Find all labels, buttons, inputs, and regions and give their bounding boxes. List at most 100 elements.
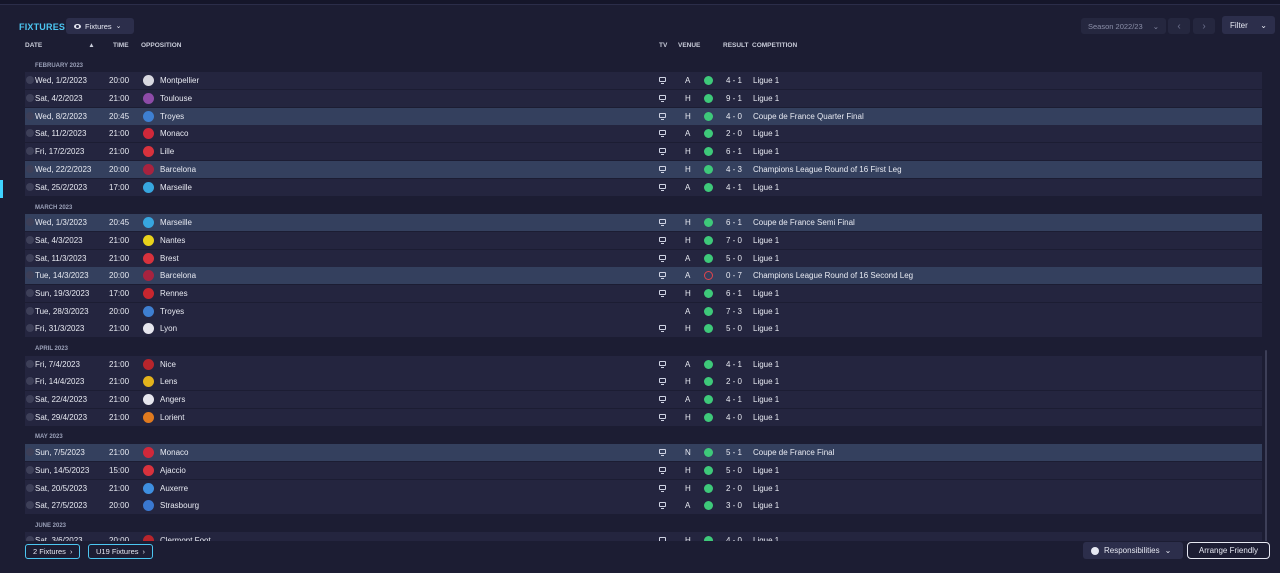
fixture-competition[interactable]: Ligue 1	[753, 303, 779, 320]
fixture-competition[interactable]: Coupe de France Final	[753, 444, 834, 461]
opponent-name[interactable]: Rennes	[160, 285, 188, 302]
opponent-name[interactable]: Nantes	[160, 232, 185, 249]
opponent-name[interactable]: Monaco	[160, 125, 188, 142]
fixture-result[interactable]: 3 - 0	[726, 497, 742, 514]
table-row[interactable]: Sun, 14/5/2023 15:00 Ajaccio H 5 - 0 Ligue 1	[25, 462, 1262, 479]
fixture-competition[interactable]: Ligue 1	[753, 250, 779, 267]
season-dropdown[interactable]: Season 2022/23 ⌄	[1081, 18, 1166, 34]
fixture-result[interactable]: 5 - 0	[726, 320, 742, 337]
table-row[interactable]: Sat, 27/5/2023 20:00 Strasbourg A 3 - 0 Ligue…	[25, 497, 1262, 514]
table-row[interactable]: Sat, 20/5/2023 21:00 Auxerre H 2 - 0 Ligue 1	[25, 480, 1262, 497]
view-dropdown[interactable]: Fixtures ⌄	[66, 18, 134, 34]
table-row[interactable]: Sat, 4/2/2023 21:00 Toulouse H 9 - 1 Ligue 1	[25, 90, 1262, 107]
fixture-result[interactable]: 5 - 1	[726, 444, 742, 461]
fixture-result[interactable]: 4 - 0	[726, 108, 742, 125]
fixture-competition[interactable]: Ligue 1	[753, 373, 779, 390]
fixture-competition[interactable]: Coupe de France Quarter Final	[753, 108, 864, 125]
opponent-name[interactable]: Strasbourg	[160, 497, 199, 514]
table-row[interactable]: Wed, 1/2/2023 20:00 Montpellier A 4 - 1 Ligue…	[25, 72, 1262, 89]
table-row[interactable]: Sun, 7/5/2023 21:00 Monaco N 5 - 1 Coupe de F…	[25, 444, 1262, 461]
column-header-tv[interactable]: TV	[659, 42, 667, 49]
table-row[interactable]: Tue, 14/3/2023 20:00 Barcelona A 0 - 7 Champi…	[25, 267, 1262, 284]
arrange-friendly-button[interactable]: Arrange Friendly	[1187, 542, 1270, 559]
fixture-result[interactable]: 4 - 1	[726, 72, 742, 89]
fixture-result[interactable]: 5 - 0	[726, 250, 742, 267]
fixture-result[interactable]: 2 - 0	[726, 373, 742, 390]
fixture-result[interactable]: 4 - 1	[726, 391, 742, 408]
fixture-result[interactable]: 4 - 1	[726, 179, 742, 196]
column-header-date[interactable]: DATE ▲	[25, 42, 95, 49]
fixture-result[interactable]: 4 - 1	[726, 356, 742, 373]
table-row[interactable]: Sat, 11/2/2023 21:00 Monaco A 2 - 0 Ligue 1	[25, 125, 1262, 142]
opponent-name[interactable]: Nice	[160, 356, 176, 373]
opponent-name[interactable]: Lyon	[160, 320, 177, 337]
fixtures-link-button[interactable]: 2 Fixtures ›	[25, 544, 81, 559]
table-row[interactable]: Sat, 22/4/2023 21:00 Angers A 4 - 1 Ligue 1	[25, 391, 1262, 408]
fixture-competition[interactable]: Coupe de France Semi Final	[753, 214, 855, 231]
fixture-result[interactable]: 6 - 1	[726, 214, 742, 231]
fixture-competition[interactable]: Ligue 1	[753, 320, 779, 337]
prev-season-button[interactable]: ‹	[1168, 18, 1190, 34]
table-row[interactable]: Sat, 11/3/2023 21:00 Brest A 5 - 0 Ligue 1	[25, 250, 1262, 267]
opponent-name[interactable]: Monaco	[160, 444, 188, 461]
fixture-result[interactable]: 7 - 3	[726, 303, 742, 320]
opponent-name[interactable]: Troyes	[160, 303, 184, 320]
table-row[interactable]: Sat, 25/2/2023 17:00 Marseille A 4 - 1 Ligue …	[25, 179, 1262, 196]
fixture-competition[interactable]: Ligue 1	[753, 462, 779, 479]
fixture-competition[interactable]: Ligue 1	[753, 409, 779, 426]
column-header-competition[interactable]: COMPETITION	[752, 42, 797, 49]
fixture-competition[interactable]: Ligue 1	[753, 232, 779, 249]
fixture-competition[interactable]: Champions League Round of 16 Second Leg	[753, 267, 913, 284]
column-header-opposition[interactable]: OPPOSITION	[141, 42, 181, 49]
fixture-result[interactable]: 2 - 0	[726, 480, 742, 497]
fixture-competition[interactable]: Ligue 1	[753, 497, 779, 514]
fixture-competition[interactable]: Ligue 1	[753, 179, 779, 196]
table-row[interactable]: Wed, 8/2/2023 20:45 Troyes H 4 - 0 Coupe de F…	[25, 108, 1262, 125]
fixture-result[interactable]: 2 - 0	[726, 125, 742, 142]
filter-button[interactable]: Filter ⌄	[1222, 16, 1275, 34]
table-row[interactable]: Sun, 19/3/2023 17:00 Rennes H 6 - 1 Ligue 1	[25, 285, 1262, 302]
responsibilities-button[interactable]: Responsibilities ⌄	[1083, 542, 1183, 559]
fixture-competition[interactable]: Ligue 1	[753, 90, 779, 107]
opponent-name[interactable]: Barcelona	[160, 161, 196, 178]
opponent-name[interactable]: Marseille	[160, 179, 192, 196]
fixture-result[interactable]: 4 - 0	[726, 409, 742, 426]
fixture-result[interactable]: 4 - 3	[726, 161, 742, 178]
opponent-name[interactable]: Toulouse	[160, 90, 192, 107]
fixture-result[interactable]: 6 - 1	[726, 143, 742, 160]
table-row[interactable]: Wed, 22/2/2023 20:00 Barcelona H 4 - 3 Champi…	[25, 161, 1262, 178]
fixture-result[interactable]: 9 - 1	[726, 90, 742, 107]
fixture-competition[interactable]: Ligue 1	[753, 480, 779, 497]
table-row[interactable]: Fri, 7/4/2023 21:00 Nice A 4 - 1 Ligue 1	[25, 356, 1262, 373]
fixture-result[interactable]: 7 - 0	[726, 232, 742, 249]
table-row[interactable]: Sat, 4/3/2023 21:00 Nantes H 7 - 0 Ligue 1	[25, 232, 1262, 249]
table-row[interactable]: Fri, 14/4/2023 21:00 Lens H 2 - 0 Ligue 1	[25, 373, 1262, 390]
table-row[interactable]: Tue, 28/3/2023 20:00 Troyes A 7 - 3 Ligue 1	[25, 303, 1262, 320]
fixture-competition[interactable]: Ligue 1	[753, 356, 779, 373]
table-row[interactable]: Wed, 1/3/2023 20:45 Marseille H 6 - 1 Coupe d…	[25, 214, 1262, 231]
fixture-competition[interactable]: Ligue 1	[753, 285, 779, 302]
table-row[interactable]: Fri, 31/3/2023 21:00 Lyon H 5 - 0 Ligue 1	[25, 320, 1262, 337]
column-header-result[interactable]: RESULT	[723, 42, 749, 49]
opponent-name[interactable]: Brest	[160, 250, 179, 267]
fixture-competition[interactable]: Ligue 1	[753, 125, 779, 142]
next-season-button[interactable]: ›	[1193, 18, 1215, 34]
opponent-name[interactable]: Lens	[160, 373, 177, 390]
fixture-result[interactable]: 0 - 7	[726, 267, 742, 284]
fixture-result[interactable]: 6 - 1	[726, 285, 742, 302]
opponent-name[interactable]: Marseille	[160, 214, 192, 231]
scrollbar[interactable]	[1265, 350, 1267, 543]
table-row[interactable]: Sat, 29/4/2023 21:00 Lorient H 4 - 0 Ligue 1	[25, 409, 1262, 426]
fixture-competition[interactable]: Champions League Round of 16 First Leg	[753, 161, 902, 178]
fixture-result[interactable]: 5 - 0	[726, 462, 742, 479]
column-header-venue[interactable]: VENUE	[678, 42, 700, 49]
opponent-name[interactable]: Lille	[160, 143, 174, 160]
opponent-name[interactable]: Auxerre	[160, 480, 188, 497]
opponent-name[interactable]: Lorient	[160, 409, 184, 426]
fixture-competition[interactable]: Ligue 1	[753, 72, 779, 89]
opponent-name[interactable]: Montpellier	[160, 72, 199, 89]
column-header-time[interactable]: TIME	[113, 42, 129, 49]
opponent-name[interactable]: Troyes	[160, 108, 184, 125]
fixture-competition[interactable]: Ligue 1	[753, 391, 779, 408]
opponent-name[interactable]: Barcelona	[160, 267, 196, 284]
